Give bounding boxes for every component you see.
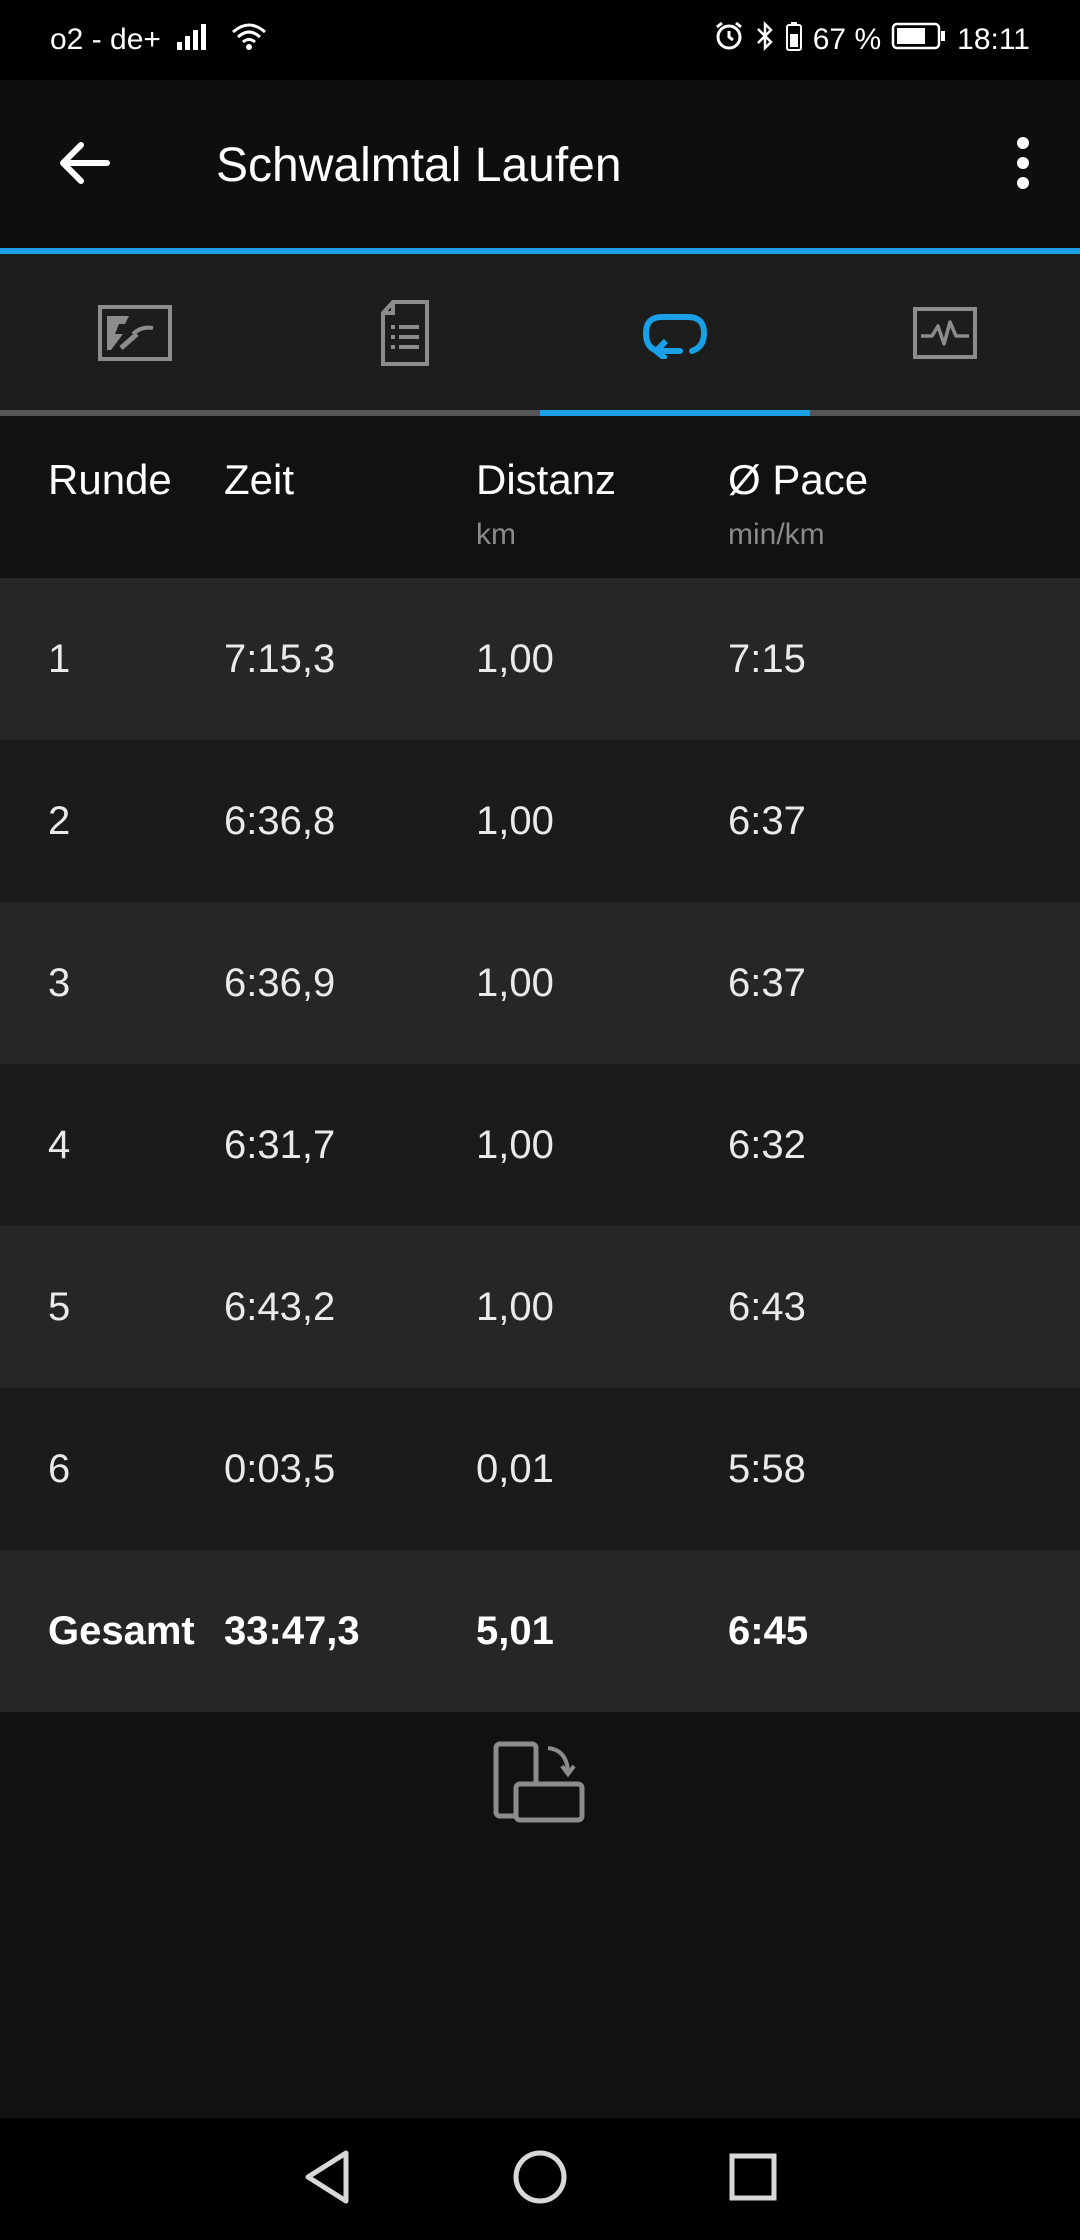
loop-arrow-icon: [640, 307, 710, 364]
more-vertical-icon: [1013, 135, 1033, 196]
circle-home-icon: [512, 2150, 568, 2209]
battery-icon: [891, 21, 947, 59]
total-pace: 6:45: [728, 1609, 809, 1653]
table-row: 4 6:31,7 1,00 6:32: [0, 1064, 1080, 1226]
tab-details[interactable]: [270, 254, 540, 416]
distance-cell: 1,00: [476, 1285, 554, 1329]
distance-cell: 1,00: [476, 1123, 554, 1167]
signal-icon: [175, 20, 215, 60]
tab-map[interactable]: [0, 254, 270, 416]
column-header-lap: Runde: [48, 456, 172, 504]
distance-cell: 1,00: [476, 799, 554, 843]
page-title: Schwalmtal Laufen: [216, 139, 622, 192]
distance-cell: 1,00: [476, 961, 554, 1005]
time-cell: 6:36,8: [224, 799, 336, 843]
lap-cell: 2: [48, 799, 71, 843]
time-cell: 7:15,3: [224, 637, 336, 681]
back-button[interactable]: [48, 135, 118, 195]
lap-cell: 4: [48, 1123, 71, 1167]
laps-table: 1 7:15,3 1,00 7:15 2 6:36,8 1,00 6:37 3 …: [0, 578, 1080, 1712]
nav-recents-button[interactable]: [728, 2152, 778, 2207]
carrier-label: o2 - de+: [50, 23, 161, 56]
system-nav-bar: [0, 2118, 1080, 2240]
tab-laps[interactable]: [540, 254, 810, 416]
time-cell: 6:36,9: [224, 961, 336, 1005]
document-list-icon: [379, 299, 431, 372]
battery-charging-icon: [785, 20, 803, 60]
more-options-button[interactable]: [988, 130, 1058, 200]
status-bar: o2 - de+ 67 % 18:11: [0, 0, 1080, 80]
distance-cell: 1,00: [476, 637, 554, 681]
pace-cell: 6:37: [728, 799, 806, 843]
laps-table-header: Runde Zeit Distanz km Ø Pace min/km: [0, 416, 1080, 578]
total-time: 33:47,3: [224, 1609, 360, 1653]
time-cell: 0:03,5: [224, 1447, 336, 1491]
tab-charts[interactable]: [810, 254, 1080, 416]
pace-unit: min/km: [728, 518, 825, 551]
nav-home-button[interactable]: [512, 2149, 568, 2210]
total-label: Gesamt: [48, 1609, 195, 1653]
pace-cell: 7:15: [728, 637, 806, 681]
rotate-screen-button[interactable]: [490, 1740, 590, 1830]
screen-rotation-icon: [492, 1740, 588, 1831]
total-row: Gesamt 33:47,3 5,01 6:45: [0, 1550, 1080, 1712]
table-row: 3 6:36,9 1,00 6:37: [0, 902, 1080, 1064]
nav-back-button[interactable]: [302, 2149, 352, 2210]
column-header-lap-label: Runde: [48, 456, 172, 503]
column-header-distance-label: Distanz: [476, 456, 617, 503]
square-recents-icon: [728, 2153, 778, 2206]
table-row: 5 6:43,2 1,00 6:43: [0, 1226, 1080, 1388]
table-row: 2 6:36,8 1,00 6:37: [0, 740, 1080, 902]
time-cell: 6:43,2: [224, 1285, 336, 1329]
battery-percent: 67 %: [812, 23, 882, 56]
total-distance: 5,01: [476, 1609, 554, 1653]
tab-bar: [0, 254, 1080, 416]
app-bar: Schwalmtal Laufen: [0, 80, 1080, 250]
distance-cell: 0,01: [476, 1447, 554, 1491]
alarm-icon: [713, 20, 745, 60]
pace-cell: 5:58: [728, 1447, 806, 1491]
wifi-icon: [229, 20, 269, 60]
lap-cell: 6: [48, 1447, 71, 1491]
map-icon: [97, 304, 173, 367]
arrow-left-icon: [55, 138, 111, 193]
time-cell: 6:31,7: [224, 1123, 336, 1167]
pace-cell: 6:32: [728, 1123, 806, 1167]
lap-cell: 5: [48, 1285, 71, 1329]
pace-cell: 6:43: [728, 1285, 806, 1329]
clock: 18:11: [957, 23, 1030, 56]
triangle-back-icon: [302, 2150, 352, 2209]
chart-icon: [912, 306, 978, 365]
table-row: 1 7:15,3 1,00 7:15: [0, 578, 1080, 740]
lap-cell: 1: [48, 637, 71, 681]
column-header-distance: Distanz km: [476, 456, 616, 552]
column-header-time-label: Zeit: [224, 456, 295, 503]
column-header-pace-label: Ø Pace: [728, 456, 869, 503]
column-header-pace: Ø Pace min/km: [728, 456, 868, 552]
distance-unit: km: [476, 518, 516, 551]
lap-cell: 3: [48, 961, 71, 1005]
table-row: 6 0:03,5 0,01 5:58: [0, 1388, 1080, 1550]
bluetooth-icon: [755, 20, 775, 60]
column-header-time: Zeit: [224, 456, 294, 504]
pace-cell: 6:37: [728, 961, 806, 1005]
